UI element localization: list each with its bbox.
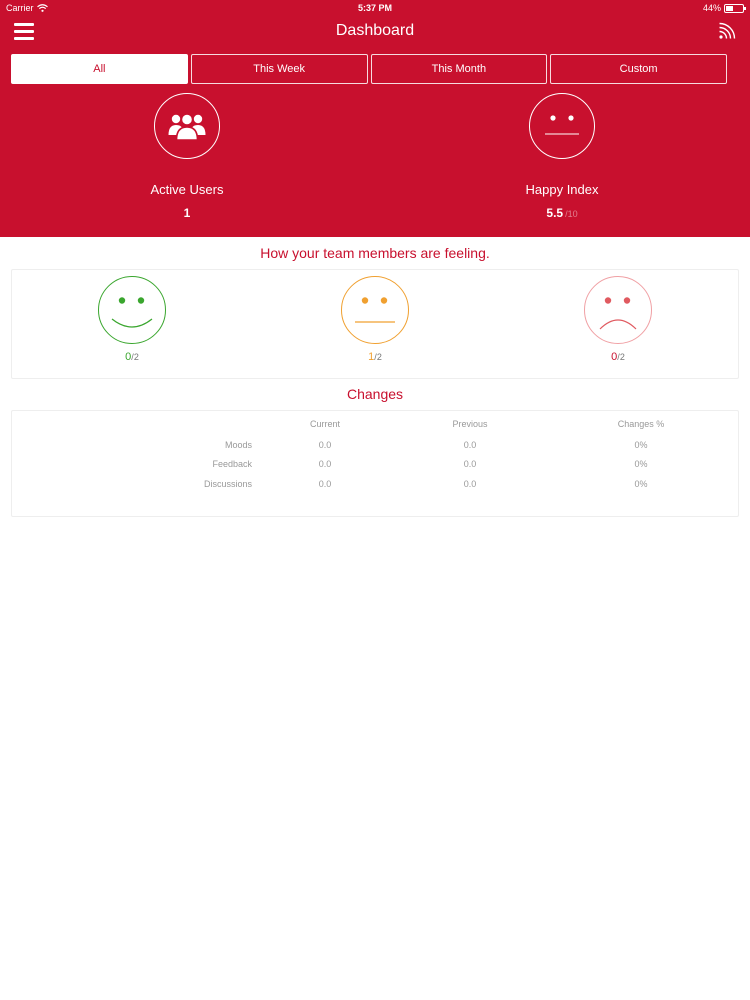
row-label-feedback: Feedback — [212, 459, 252, 469]
happy-index-value: 5.5 — [546, 206, 564, 220]
active-users-label: Active Users — [150, 182, 224, 197]
status-time: 5:37 PM — [357, 3, 392, 13]
happy-index-scale: /10 — [565, 209, 578, 219]
changes-title: Changes — [346, 386, 404, 402]
dashboard-header: Carrier 5:37 PM 44% Dashboard All This W… — [0, 0, 750, 237]
sad-count-total: 2 — [619, 352, 625, 362]
changes-card: Current Previous Changes % Moods 0.0 0.0… — [11, 410, 739, 517]
column-previous: Previous — [452, 419, 488, 429]
page-title: Dashboard — [335, 22, 415, 39]
status-bar: Carrier 5:37 PM 44% — [0, 0, 750, 16]
tab-custom[interactable]: Custom — [550, 54, 727, 84]
changes-table-header: Current Previous Changes % — [12, 417, 740, 437]
neutral-face-icon — [545, 115, 579, 135]
sad-mood-group: 0/2 — [558, 275, 678, 363]
tab-this-week[interactable]: This Week — [190, 54, 368, 84]
tab-this-month[interactable]: This Month — [370, 54, 548, 84]
sad-face-icon — [584, 276, 652, 344]
discussions-previous: 0.0 — [463, 478, 477, 489]
feedback-change: 0% — [634, 459, 648, 469]
happy-mood-group: 0/2 — [72, 275, 192, 363]
nav-bar: Dashboard — [0, 16, 750, 50]
discussions-current: 0.0 — [318, 478, 332, 489]
happy-index-metric: Happy Index 5.5/10 — [472, 93, 652, 220]
happy-index-label: Happy Index — [525, 182, 599, 197]
sad-count: 0/2 — [611, 351, 625, 363]
date-range-tabs: All This Week This Month Custom — [11, 54, 727, 84]
happy-face-icon — [98, 276, 166, 344]
feedback-current: 0.0 — [318, 459, 332, 469]
active-users-icon-circle — [154, 93, 220, 159]
team-feeling-card: 0/2 1/2 0/2 — [11, 269, 739, 379]
battery-icon — [724, 3, 746, 13]
tab-all[interactable]: All — [11, 54, 188, 84]
team-feeling-title: How your team members are feeling. — [260, 245, 490, 261]
neutral-count-total: 2 — [376, 352, 382, 362]
happy-index-icon-circle — [529, 93, 595, 159]
column-current: Current — [309, 419, 341, 429]
rss-feed-icon[interactable] — [718, 22, 736, 40]
table-row: Moods 0.0 0.0 0% — [12, 437, 740, 457]
table-row: Feedback 0.0 0.0 0% — [12, 456, 740, 476]
row-label-discussions: Discussions — [203, 478, 252, 489]
table-row: Discussions 0.0 0.0 0% — [12, 476, 740, 496]
neutral-mood-group: 1/2 — [315, 275, 435, 363]
row-label-moods: Moods — [224, 439, 252, 450]
discussions-change: 0% — [634, 478, 648, 489]
battery-indicator: 44% — [702, 3, 746, 13]
active-users-value: 1 — [183, 206, 191, 220]
column-changes: Changes % — [617, 419, 665, 429]
neutral-face-icon — [341, 276, 409, 344]
moods-change: 0% — [634, 439, 648, 450]
active-users-metric: Active Users 1 — [97, 93, 277, 220]
happy-count-total: 2 — [133, 352, 139, 362]
battery-percent: 44% — [702, 3, 721, 13]
feedback-previous: 0.0 — [463, 459, 477, 469]
changes-table: Current Previous Changes % Moods 0.0 0.0… — [12, 417, 740, 495]
moods-previous: 0.0 — [463, 439, 477, 450]
moods-current: 0.0 — [318, 439, 332, 450]
happy-count: 0/2 — [125, 351, 139, 363]
happy-index-value-row: 5.5/10 — [472, 206, 652, 220]
neutral-count: 1/2 — [368, 351, 382, 363]
group-users-icon — [168, 113, 206, 141]
